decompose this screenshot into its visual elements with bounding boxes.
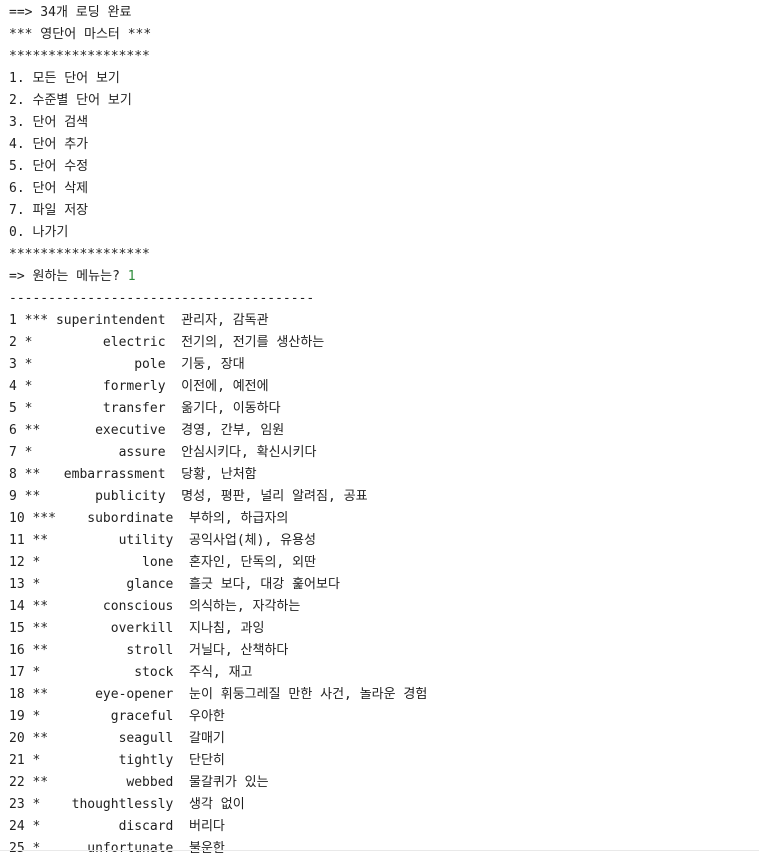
menu-item-save-file: 7. 파일 저장 — [9, 203, 89, 218]
word-row: 5 * transfer 옮기다, 이동하다 — [9, 401, 281, 416]
stars-separator-bottom: ****************** — [9, 247, 150, 262]
word-row: 1 *** superintendent 관리자, 감독관 — [9, 313, 269, 328]
word-list: 1 *** superintendent 관리자, 감독관 2 * electr… — [9, 310, 754, 860]
word-row: 6 ** executive 경영, 간부, 임원 — [9, 423, 285, 438]
word-row: 9 ** publicity 명성, 평판, 널리 알려짐, 공표 — [9, 489, 368, 504]
word-row: 10 *** subordinate 부하의, 하급자의 — [9, 511, 289, 526]
menu-item-view-by-level: 2. 수준별 단어 보기 — [9, 93, 132, 108]
word-row: 3 * pole 기둥, 장대 — [9, 357, 245, 372]
word-row: 15 ** overkill 지나침, 과잉 — [9, 621, 265, 636]
word-row: 21 * tightly 단단히 — [9, 753, 225, 768]
stars-separator-top: ****************** — [9, 49, 150, 64]
word-row: 11 ** utility 공익사업(체), 유용성 — [9, 533, 316, 548]
word-row: 12 * lone 혼자인, 단독의, 외딴 — [9, 555, 316, 570]
menu-item-view-all: 1. 모든 단어 보기 — [9, 71, 120, 86]
word-row: 23 * thoughtlessly 생각 없이 — [9, 797, 245, 812]
word-row: 8 ** embarrassment 당황, 난처함 — [9, 467, 257, 482]
word-row: 17 * stock 주식, 재고 — [9, 665, 253, 680]
word-row: 22 ** webbed 물갈퀴가 있는 — [9, 775, 269, 790]
word-row: 24 * discard 버리다 — [9, 819, 225, 834]
scroll-edge-divider — [0, 850, 759, 851]
word-row: 25 * unfortunate 불운한 — [9, 841, 225, 856]
word-row: 19 * graceful 우아한 — [9, 709, 225, 724]
console-output: ==> 34개 로딩 완료 *** 영단어 마스터 *** **********… — [9, 2, 754, 860]
word-row: 2 * electric 전기의, 전기를 생산하는 — [9, 335, 325, 350]
menu-item-exit: 0. 나가기 — [9, 225, 69, 240]
dash-separator: --------------------------------------- — [9, 291, 315, 306]
app-title: *** 영단어 마스터 *** — [9, 27, 152, 42]
word-row: 20 ** seagull 갈매기 — [9, 731, 225, 746]
word-row: 16 ** stroll 거닐다, 산책하다 — [9, 643, 289, 658]
menu-prompt-line[interactable]: => 원하는 메뉴는? 1 — [9, 266, 754, 288]
word-row: 14 ** conscious 의식하는, 자각하는 — [9, 599, 301, 614]
menu-prompt: => 원하는 메뉴는? — [9, 269, 128, 284]
word-row: 13 * glance 흘긋 보다, 대강 훑어보다 — [9, 577, 340, 592]
load-message: ==> 34개 로딩 완료 — [9, 5, 132, 20]
word-row: 18 ** eye-opener 눈이 휘둥그레질 만한 사건, 놀라운 경험 — [9, 687, 428, 702]
menu-item-add: 4. 단어 추가 — [9, 137, 89, 152]
word-row: 7 * assure 안심시키다, 확신시키다 — [9, 445, 317, 460]
menu-list: 1. 모든 단어 보기 2. 수준별 단어 보기 3. 단어 검색 4. 단어 … — [9, 68, 754, 244]
user-input[interactable]: 1 — [128, 269, 136, 284]
menu-item-edit: 5. 단어 수정 — [9, 159, 89, 174]
menu-item-search: 3. 단어 검색 — [9, 115, 89, 130]
menu-item-delete: 6. 단어 삭제 — [9, 181, 89, 196]
word-row: 4 * formerly 이전에, 예전에 — [9, 379, 269, 394]
